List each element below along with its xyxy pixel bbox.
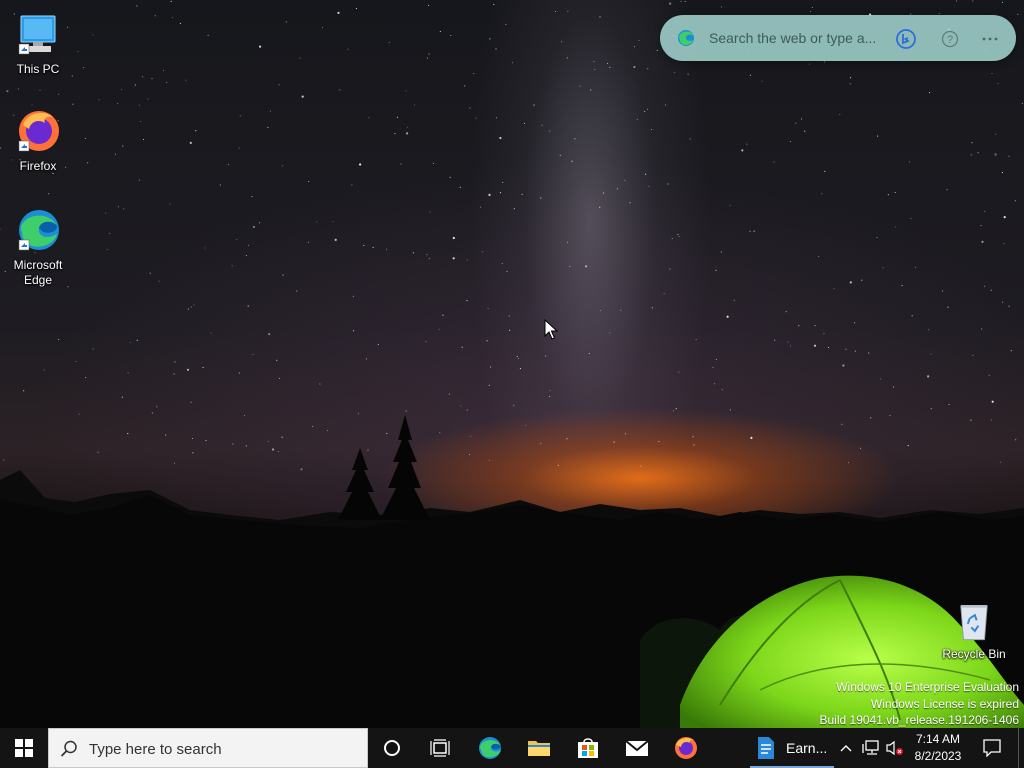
question-icon: ? (941, 30, 959, 48)
desktop-icon-label: This PC (16, 62, 60, 76)
desktop-icon-microsoft-edge[interactable]: Microsoft Edge (0, 206, 76, 288)
volume-muted-icon (886, 740, 903, 756)
watermark-edition: Windows 10 Enterprise Evaluation (836, 680, 1019, 694)
desktop-icon-this-pc[interactable]: This PC (0, 10, 76, 77)
taskbar-edge-button[interactable] (466, 728, 514, 768)
watermark-build: Build 19041.vb_release.191206-1406 (819, 713, 1020, 727)
edge-search-input[interactable]: Search the web or type a... (709, 30, 876, 46)
task-view-button[interactable] (416, 728, 464, 768)
bing-chat-icon (896, 29, 916, 49)
edge-icon (479, 737, 501, 759)
store-button[interactable] (564, 728, 612, 768)
show-desktop-button[interactable] (1018, 728, 1024, 768)
taskbar-search-placeholder: Type here to search (89, 741, 222, 758)
desktop-icon-firefox[interactable]: Firefox (0, 107, 76, 174)
clock-date: 8/2/2023 (914, 749, 962, 763)
cortana-button[interactable] (368, 728, 416, 768)
this-pc-icon (18, 15, 56, 55)
volume-button[interactable] (884, 728, 906, 768)
windows-logo-icon (15, 739, 33, 757)
system-clock[interactable]: 7:14 AM 8/2/2023 (908, 731, 968, 765)
search-icon (60, 740, 77, 757)
desktop-icon-label: Recycle Bin (942, 647, 1006, 661)
activation-watermark: Windows 10 Enterprise Evaluation Windows… (820, 679, 1020, 728)
desktop-background: This PC Firefox Microsoft Edge Recycle B… (0, 0, 1024, 728)
taskbar-firefox-button[interactable] (662, 728, 710, 768)
taskbar-search-box[interactable]: Type here to search (48, 728, 368, 768)
desktop-icon-label: Firefox (19, 159, 57, 173)
help-button[interactable]: ? (939, 28, 961, 50)
desktop-icon-recycle-bin[interactable]: Recycle Bin (936, 601, 1012, 662)
edge-search-bar[interactable]: Search the web or type a... ? (660, 15, 1016, 61)
bing-chat-button[interactable] (895, 28, 917, 50)
firefox-icon (675, 737, 697, 759)
edge-logo-icon (678, 30, 694, 46)
firefox-icon (18, 111, 59, 152)
document-icon (758, 737, 774, 759)
cortana-icon (384, 740, 400, 756)
start-button[interactable] (0, 728, 48, 768)
running-app-label: Earn... (786, 740, 828, 756)
clock-time: 7:14 AM (915, 732, 961, 746)
network-button[interactable] (860, 728, 882, 768)
mail-icon (625, 740, 649, 756)
running-app-document[interactable]: Earn... (750, 728, 834, 768)
chevron-up-icon (840, 745, 852, 752)
taskbar: Type here to search Earn... 7:14 AM 8/2/… (0, 728, 1024, 768)
mail-button[interactable] (613, 728, 661, 768)
store-icon (578, 738, 598, 758)
landscape-silhouette (0, 415, 1024, 728)
recycle-bin-icon (960, 604, 988, 641)
action-center-button[interactable] (974, 728, 1010, 768)
ellipsis-icon (982, 37, 998, 41)
task-view-icon (430, 739, 450, 757)
show-hidden-icons-button[interactable] (836, 728, 856, 768)
desktop-icon-label: Microsoft Edge (13, 258, 63, 287)
watermark-license: Windows License is expired (870, 696, 1019, 711)
network-icon (862, 740, 879, 755)
file-explorer-button[interactable] (515, 728, 563, 768)
mouse-cursor-icon (544, 319, 558, 340)
svg-text:?: ? (947, 34, 953, 46)
edge-icon (18, 210, 59, 251)
more-options-button[interactable] (979, 28, 1001, 50)
file-explorer-icon (528, 741, 550, 756)
notification-icon (983, 739, 1001, 757)
